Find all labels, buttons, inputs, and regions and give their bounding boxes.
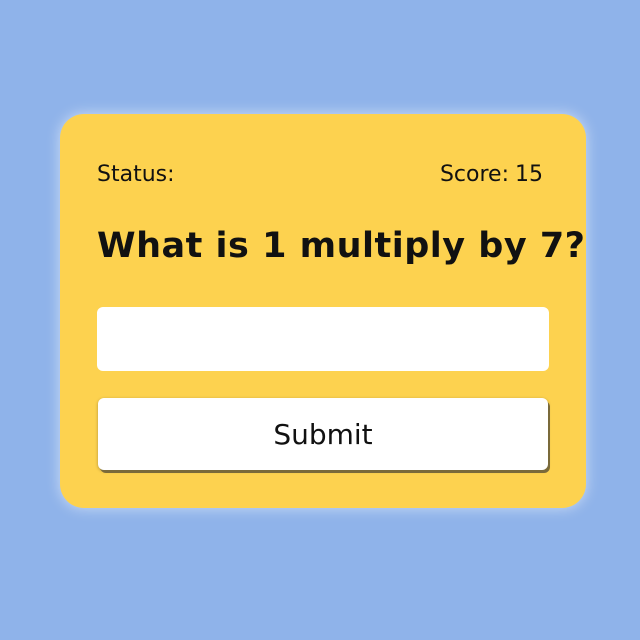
question-text: What is 1 multiply by 7?	[97, 226, 586, 266]
answer-input[interactable]	[97, 307, 549, 371]
status-label: Status:	[97, 162, 175, 187]
score-label: Score:	[439, 162, 509, 187]
submit-button[interactable]: Submit	[98, 398, 548, 470]
score-value: 15	[515, 162, 543, 187]
status-group: Status:	[97, 162, 187, 187]
quiz-card: Status: Score: 15 What is 1 multiply by 7…	[60, 114, 586, 508]
status-row: Status: Score: 15	[97, 162, 549, 187]
score-group: Score: 15	[440, 162, 549, 187]
